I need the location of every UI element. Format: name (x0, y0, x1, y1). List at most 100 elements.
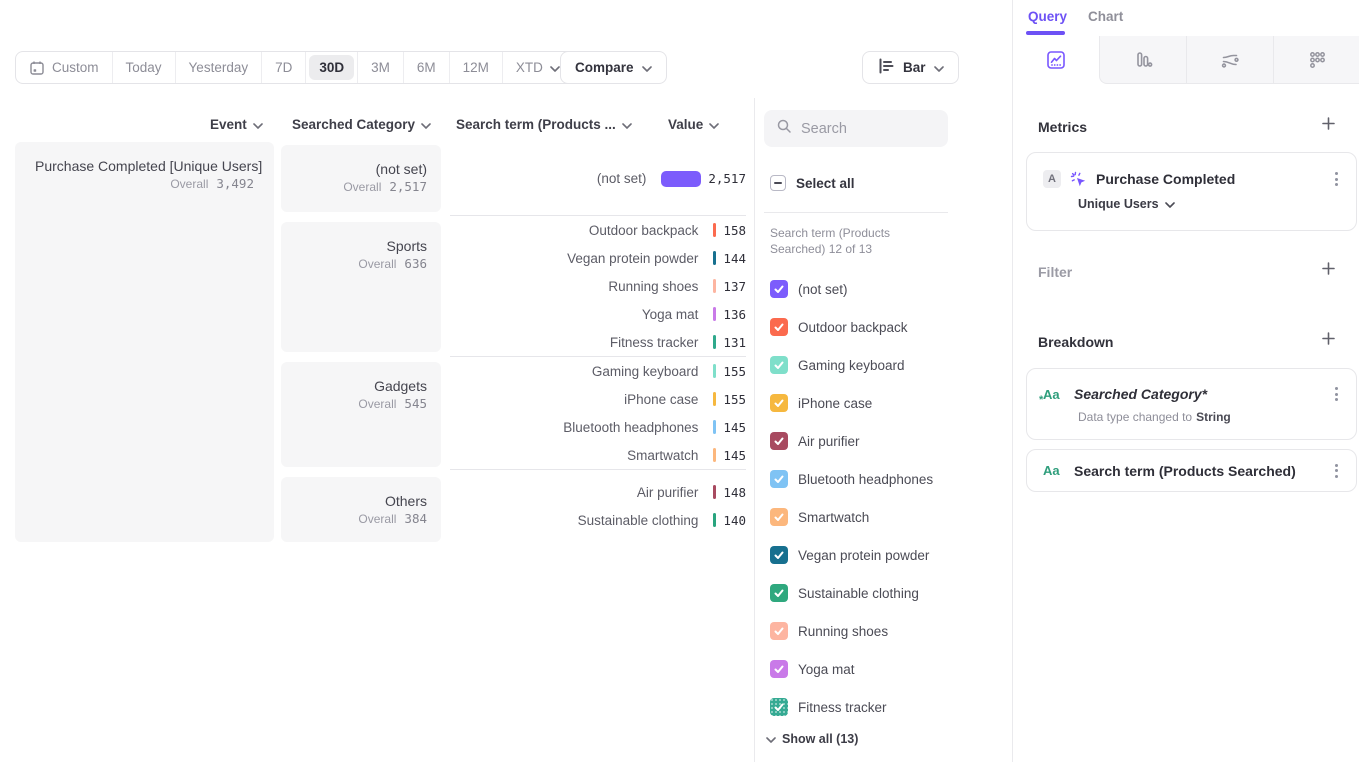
term-value: 136 (723, 307, 746, 322)
date-range-12m[interactable]: 12M (449, 52, 502, 83)
breakdown-card-search-term[interactable]: Aa Search term (Products Searched) (1026, 449, 1357, 492)
report-tab-flows[interactable] (1186, 36, 1273, 84)
search-input[interactable] (801, 121, 931, 137)
term-row[interactable]: Gaming keyboard155 (450, 357, 746, 385)
report-tab-strip (1013, 36, 1359, 84)
legend-items: (not set)Outdoor backpackGaming keyboard… (764, 270, 1009, 726)
category-cell[interactable]: (not set)Overall2,517 (281, 145, 441, 212)
checkbox-checked[interactable] (770, 508, 788, 526)
legend-item[interactable]: (not set) (764, 270, 1009, 308)
category-cell[interactable]: OthersOverall384 (281, 477, 441, 542)
search-icon (776, 118, 792, 139)
term-label: Bluetooth headphones (450, 420, 713, 435)
report-tab-insights-chart[interactable] (1013, 36, 1099, 84)
term-row[interactable]: Air purifier148 (450, 478, 746, 506)
tab-chart[interactable]: Chart (1088, 9, 1123, 24)
overall-value: 2,517 (389, 179, 427, 194)
term-row[interactable]: Sustainable clothing140 (450, 506, 746, 534)
date-range-custom[interactable]: Custom (16, 52, 112, 83)
event-cell[interactable]: Purchase Completed [Unique Users] Overal… (15, 142, 274, 542)
compare-button[interactable]: Compare (560, 51, 667, 84)
chart-type-button[interactable]: Bar (862, 51, 959, 84)
legend-item[interactable]: Gaming keyboard (764, 346, 1009, 384)
date-range-yesterday[interactable]: Yesterday (175, 52, 262, 83)
checkbox-checked[interactable] (770, 660, 788, 678)
term-row[interactable]: (not set)2,517 (450, 142, 746, 215)
term-label: Vegan protein powder (450, 251, 713, 266)
string-property-icon: Aa* (1043, 387, 1065, 402)
overall-label: Overall (343, 180, 381, 194)
active-tab-underline (1026, 31, 1065, 35)
date-range-6m[interactable]: 6M (403, 52, 449, 83)
column-header-search-term[interactable]: Search term (Products ... (456, 117, 632, 132)
date-range-today[interactable]: Today (112, 52, 175, 83)
value-bar (713, 392, 716, 406)
term-value: 155 (723, 392, 746, 407)
checkbox-checked[interactable] (770, 584, 788, 602)
overall-value: 636 (404, 256, 427, 271)
legend-search-box[interactable] (764, 110, 948, 147)
checkbox-checked[interactable] (770, 356, 788, 374)
term-row[interactable]: Bluetooth headphones145 (450, 413, 746, 441)
legend-item[interactable]: Smartwatch (764, 498, 1009, 536)
checkbox-checked[interactable] (770, 470, 788, 488)
term-value: 2,517 (708, 171, 746, 186)
breakdown-options-kebab-icon[interactable] (1331, 383, 1342, 405)
compare-label: Compare (575, 60, 634, 75)
show-all-button[interactable]: Show all (13) (766, 732, 858, 746)
legend-item[interactable]: Fitness tracker (764, 688, 1009, 726)
date-range-7d[interactable]: 7D (261, 52, 305, 83)
legend-item[interactable]: iPhone case (764, 384, 1009, 422)
measure-selector[interactable]: Unique Users (1078, 197, 1175, 211)
term-row[interactable]: Smartwatch145 (450, 441, 746, 469)
add-metric-button[interactable] (1317, 114, 1339, 136)
legend-item[interactable]: Vegan protein powder (764, 536, 1009, 574)
metric-options-kebab-icon[interactable] (1331, 168, 1342, 190)
category-cell[interactable]: GadgetsOverall545 (281, 362, 441, 467)
category-cell[interactable]: SportsOverall636 (281, 222, 441, 352)
legend-item[interactable]: Running shoes (764, 612, 1009, 650)
add-filter-button[interactable] (1317, 259, 1339, 281)
checkbox-checked[interactable] (770, 622, 788, 640)
date-range-30d[interactable]: 30D (305, 52, 357, 83)
breakdown-note: Data type changed toString (1078, 410, 1231, 424)
term-row[interactable]: iPhone case155 (450, 385, 746, 413)
checkbox-checked[interactable] (770, 280, 788, 298)
overall-value: 384 (404, 511, 427, 526)
breakdown-name: Search term (Products Searched) (1074, 463, 1322, 479)
report-tab-funnels-bars[interactable] (1099, 36, 1186, 84)
legend-item[interactable]: Outdoor backpack (764, 308, 1009, 346)
add-breakdown-button[interactable] (1317, 329, 1339, 351)
legend-item[interactable]: Bluetooth headphones (764, 460, 1009, 498)
value-bar (661, 171, 701, 187)
term-row[interactable]: Vegan protein powder144 (450, 244, 746, 272)
checkbox-indeterminate[interactable] (770, 175, 786, 191)
chevron-down-icon (934, 60, 944, 75)
legend-item[interactable]: Air purifier (764, 422, 1009, 460)
breakdown-options-kebab-icon[interactable] (1331, 460, 1342, 482)
date-range-3m[interactable]: 3M (357, 52, 403, 83)
column-header-value[interactable]: Value (668, 117, 719, 132)
term-row[interactable]: Yoga mat136 (450, 300, 746, 328)
legend-item-label: Air purifier (798, 434, 860, 449)
chevron-down-icon (766, 732, 776, 746)
metric-card[interactable]: A Purchase Completed Unique Users (1026, 152, 1357, 231)
checkbox-checked[interactable] (770, 698, 788, 716)
tab-query[interactable]: Query (1028, 9, 1067, 24)
checkbox-checked[interactable] (770, 318, 788, 336)
select-all-control[interactable]: Select all (770, 175, 855, 191)
column-header-event[interactable]: Event (210, 117, 263, 132)
term-row[interactable]: Running shoes137 (450, 272, 746, 300)
checkbox-checked[interactable] (770, 432, 788, 450)
breakdown-card-searched-category[interactable]: Aa* Searched Category* Data type changed… (1026, 368, 1357, 440)
legend-item[interactable]: Yoga mat (764, 650, 1009, 688)
chevron-down-icon (421, 117, 431, 132)
legend-item-label: iPhone case (798, 396, 872, 411)
term-row[interactable]: Outdoor backpack158 (450, 216, 746, 244)
report-tab-retention-dots[interactable] (1273, 36, 1359, 84)
checkbox-checked[interactable] (770, 394, 788, 412)
checkbox-checked[interactable] (770, 546, 788, 564)
term-row[interactable]: Fitness tracker131 (450, 328, 746, 356)
legend-item[interactable]: Sustainable clothing (764, 574, 1009, 612)
column-header-searched-category[interactable]: Searched Category (292, 117, 431, 132)
